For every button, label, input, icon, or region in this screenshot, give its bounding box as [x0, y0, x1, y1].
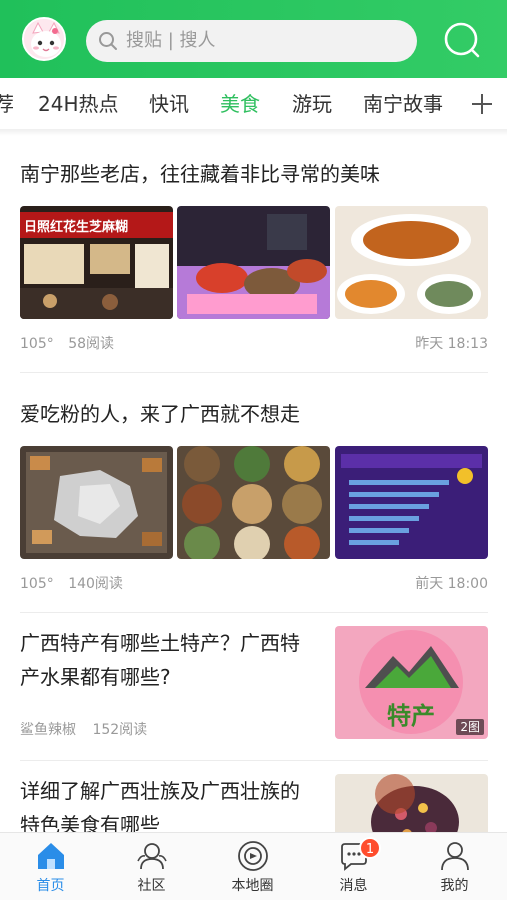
nav-label: 消息 [339, 878, 368, 894]
nav-label: 首页 [36, 878, 65, 894]
post-title: 南宁那些老店，往往藏着非比寻常的美味 [20, 162, 380, 186]
category-tabs: 荐 24H热点 快讯 美食 游玩 南宁故事 [0, 78, 507, 130]
local-circle-icon [238, 841, 268, 871]
search-button[interactable] [442, 20, 482, 60]
search-icon [99, 32, 117, 50]
feed-post[interactable]: 爱吃粉的人，来了广西就不想走 105° 140阅读 前天 18:00 [20, 398, 488, 598]
top-header: 搜贴 | 搜人 [0, 0, 507, 78]
post-images [20, 446, 488, 559]
post-image [177, 206, 330, 319]
cartoon-cat-avatar-icon [24, 19, 64, 59]
nav-messages[interactable]: 1 消息 [303, 833, 404, 900]
feed-post[interactable]: 详细了解广西壮族及广西壮族的特色美食有哪些 [20, 774, 488, 832]
nav-community[interactable]: 社区 [101, 833, 202, 900]
tab-nanning-story[interactable]: 南宁故事 [363, 90, 443, 118]
post-score: 105° [20, 576, 54, 592]
post-image [335, 206, 488, 319]
nav-label: 本地圈 [231, 878, 274, 894]
feed-post[interactable]: 广西特产有哪些土特产？广西特产水果都有哪些? 鲨鱼辣椒 152阅读 特产 2图 [20, 626, 488, 746]
post-title: 详细了解广西壮族及广西壮族的特色美食有哪些 [20, 779, 300, 832]
post-score: 105° [20, 336, 54, 352]
post-time: 前天 18:00 [415, 576, 488, 592]
post-image [177, 446, 330, 559]
nav-profile[interactable]: 我的 [404, 833, 505, 900]
search-input[interactable]: 搜贴 | 搜人 [86, 20, 417, 62]
post-title: 广西特产有哪些土特产？广西特产水果都有哪些? [20, 631, 300, 689]
post-image: 特产 2图 [335, 626, 488, 739]
tab-play[interactable]: 游玩 [292, 90, 332, 118]
nav-local-circle[interactable]: 本地圈 [202, 833, 303, 900]
tab-food[interactable]: 美食 [220, 90, 260, 118]
post-image [335, 446, 488, 559]
bottom-navigation: 首页 社区 本地圈 1 消息 我的 [0, 832, 507, 900]
profile-icon [441, 842, 469, 871]
post-meta: 鲨鱼辣椒 152阅读 [20, 720, 310, 740]
post-image: 日照红花生芝麻糊 [20, 206, 173, 319]
feed-post[interactable]: 南宁那些老店，往往藏着非比寻常的美味 日照红花生芝麻糊 105° 58阅读 昨天… [20, 158, 488, 358]
search-icon [444, 22, 480, 58]
home-icon [38, 843, 64, 869]
post-image [20, 446, 173, 559]
post-meta: 105° 140阅读 前天 18:00 [20, 574, 488, 594]
post-images: 日照红花生芝麻糊 [20, 206, 488, 319]
divider [20, 372, 488, 373]
app-screen: 搜贴 | 搜人 荐 24H热点 快讯 美食 游玩 南宁故事 南宁那些老店，往往藏… [0, 0, 507, 900]
divider [20, 612, 488, 613]
post-meta: 105° 58阅读 昨天 18:13 [20, 334, 488, 354]
post-image [335, 774, 488, 832]
post-read-count: 152阅读 [92, 722, 148, 738]
tab-recommend[interactable]: 荐 [0, 90, 14, 118]
search-placeholder: 搜贴 | 搜人 [126, 30, 216, 51]
unread-message-badge: 1 [359, 837, 381, 859]
news-feed: 南宁那些老店，往往藏着非比寻常的美味 日照红花生芝麻糊 105° 58阅读 昨天… [0, 136, 507, 832]
nav-home[interactable]: 首页 [0, 833, 101, 900]
post-title: 爱吃粉的人，来了广西就不想走 [20, 402, 300, 426]
add-tab-icon[interactable] [470, 92, 494, 116]
community-icon [137, 843, 167, 870]
thumb-label: 特产 [387, 702, 435, 730]
divider [20, 760, 488, 761]
post-read-count: 58阅读 [68, 336, 115, 352]
nav-label: 社区 [137, 878, 166, 894]
tab-24h-hot[interactable]: 24H热点 [38, 90, 119, 118]
image-count-badge: 2图 [456, 719, 484, 735]
post-read-count: 140阅读 [68, 576, 123, 592]
shop-sign-text: 日照红花生芝麻糊 [24, 219, 128, 235]
user-avatar[interactable] [22, 17, 66, 61]
post-time: 昨天 18:13 [415, 336, 488, 352]
post-author: 鲨鱼辣椒 [20, 722, 76, 738]
nav-label: 我的 [440, 878, 469, 894]
tab-news[interactable]: 快讯 [149, 90, 189, 118]
